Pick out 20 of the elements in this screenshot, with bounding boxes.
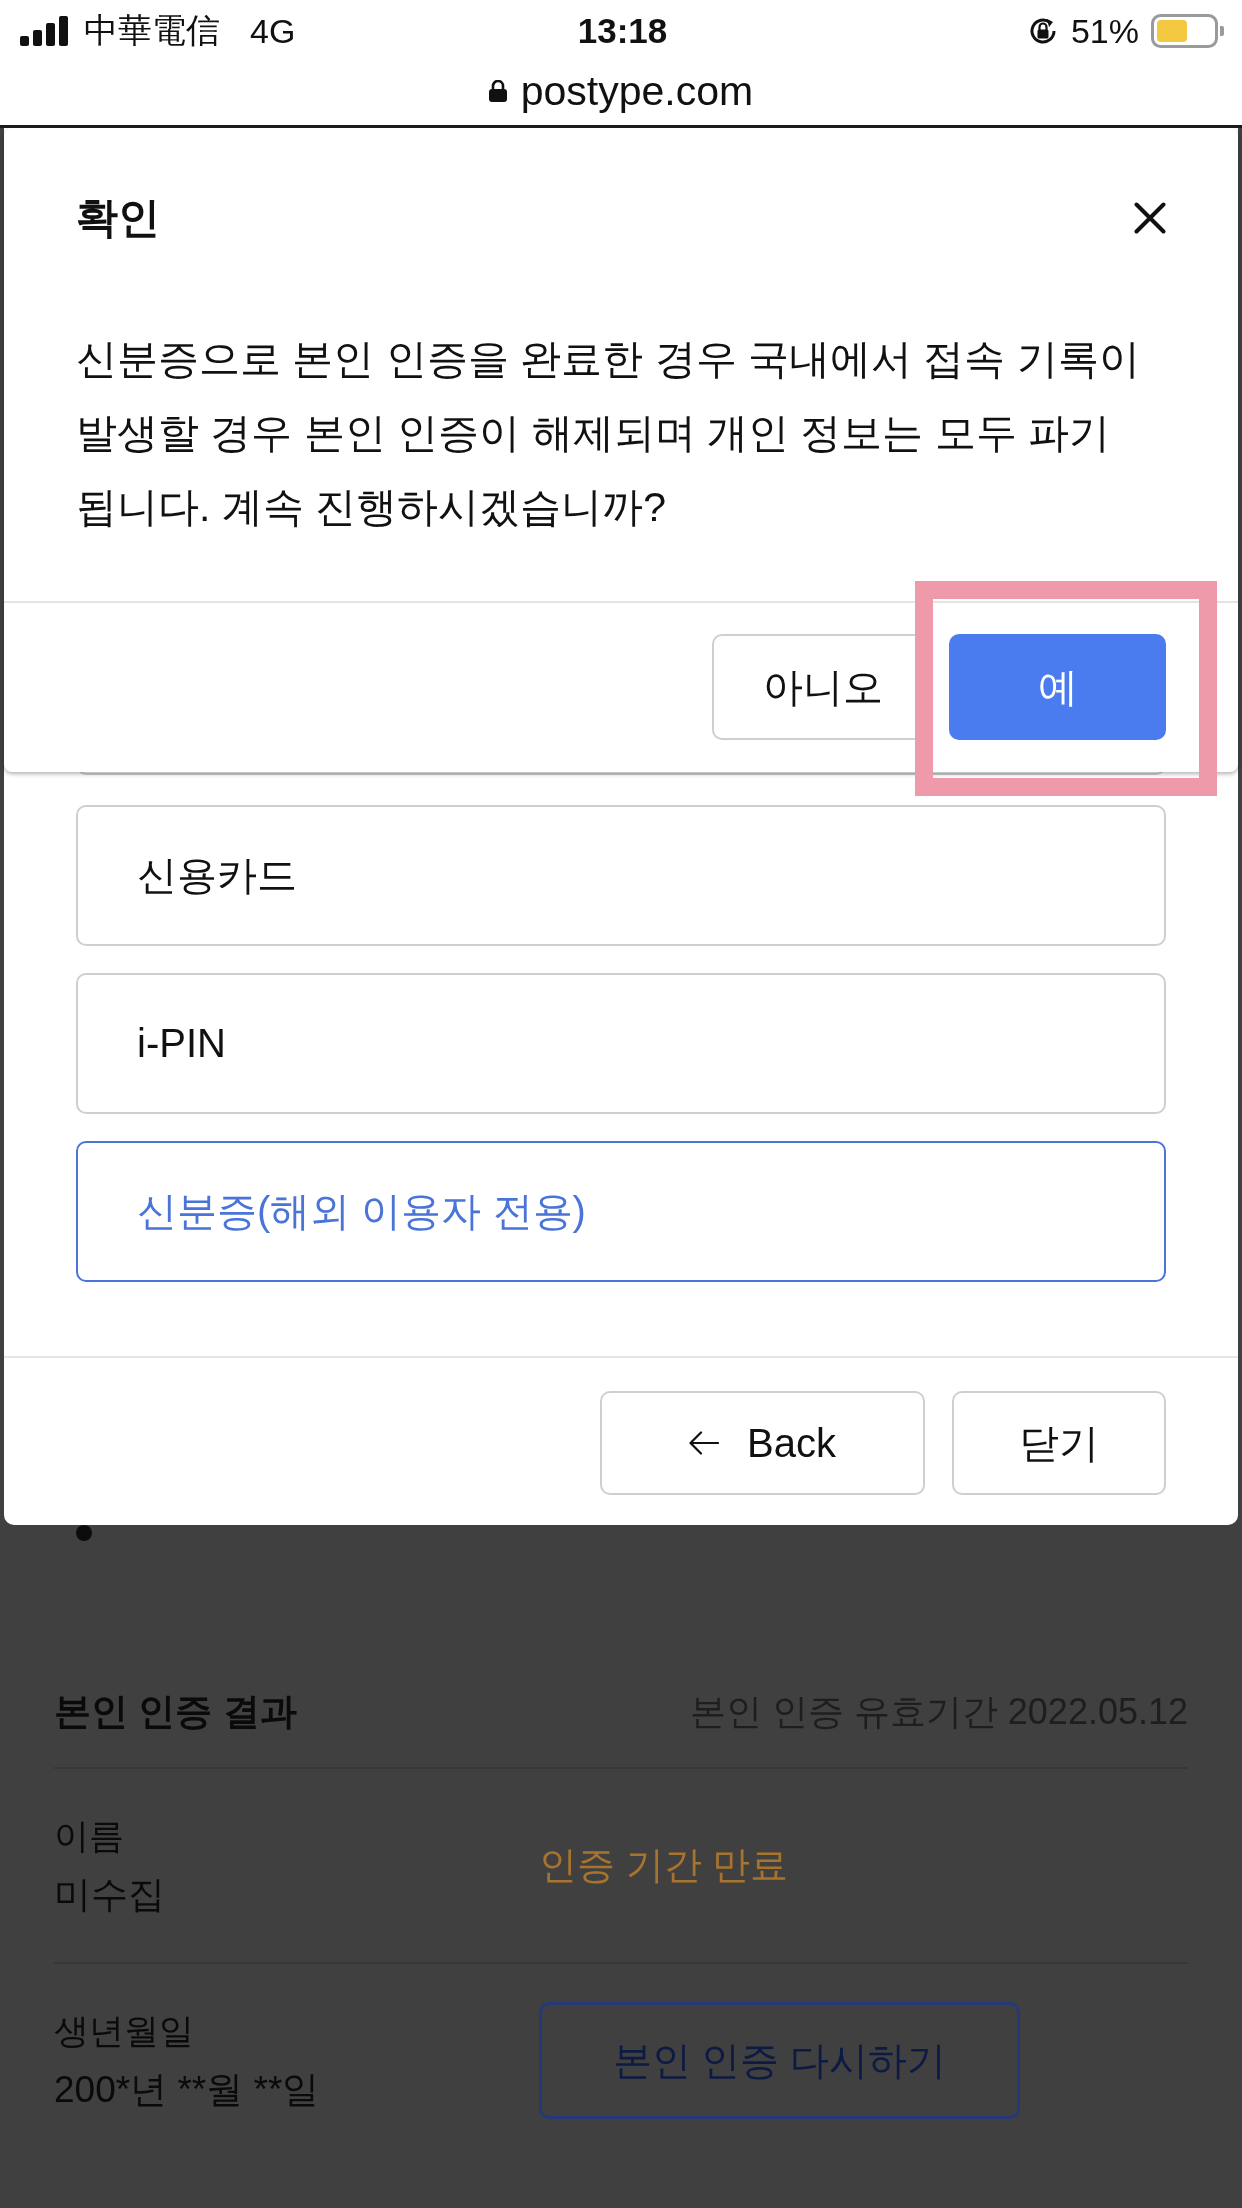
- option-button[interactable]: 신용카드: [76, 805, 1166, 946]
- status-text: 인증 기간 만료: [539, 1843, 790, 1888]
- lock-icon: [488, 80, 507, 102]
- dialog-title: 확인: [76, 193, 160, 243]
- clock-time: 13:18: [577, 11, 668, 51]
- option-button[interactable]: 신분증(해외 이용자 전용): [76, 1141, 1166, 1282]
- battery-percent: 51%: [1070, 11, 1139, 51]
- dialog-message: 신분증으로 본인 인증을 완료한 경우 국내에서 접속 기록이 발생할 경우 본인 인증이 해제되며 개인 정보는 모두 파기 됩니다. 계속 진행하시겠습니까?: [76, 335, 1141, 532]
- signal-icon: [20, 16, 70, 46]
- arrow-left-icon: [689, 1431, 720, 1455]
- close-button[interactable]: 닫기: [952, 1391, 1166, 1495]
- carrier-name: 中華電信: [84, 10, 220, 51]
- option-button[interactable]: i-PIN: [76, 973, 1166, 1114]
- network-type: 4G: [250, 11, 296, 51]
- confirm-button[interactable]: 예: [949, 634, 1166, 740]
- bullet-icon: [76, 1525, 92, 1541]
- battery-icon: [1151, 14, 1225, 48]
- close-icon[interactable]: [1134, 202, 1166, 234]
- back-button[interactable]: Back: [600, 1391, 925, 1495]
- address-url: postype.com: [520, 67, 754, 116]
